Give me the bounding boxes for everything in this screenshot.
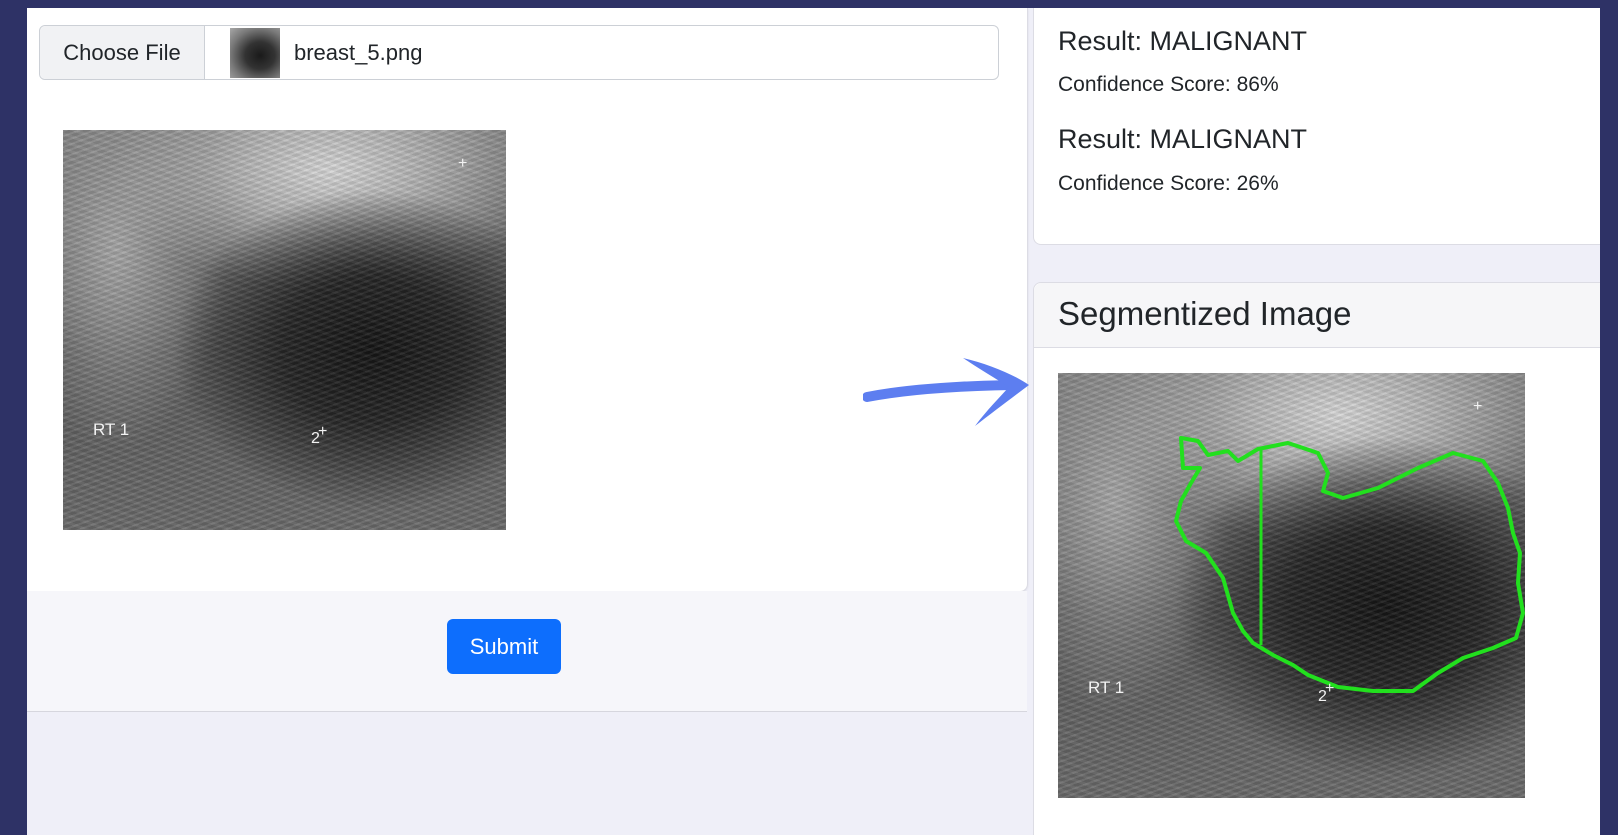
result-title: Result: MALIGNANT (1058, 26, 1308, 56)
upload-card: Choose File breast_5.png RT 1 2 + + (27, 8, 1028, 592)
file-thumbnail (230, 28, 280, 78)
choose-file-button[interactable]: Choose File (40, 26, 205, 79)
uploaded-image-preview: RT 1 2 + + (63, 130, 506, 530)
file-input[interactable]: Choose File breast_5.png (39, 25, 999, 80)
app-screen: Choose File breast_5.png RT 1 2 + + Subm… (27, 8, 1600, 835)
segmentation-card-header: Segmentized Image (1034, 283, 1600, 348)
file-name: breast_5.png (294, 39, 423, 65)
segmented-image: RT 1 2 + + (1058, 373, 1525, 798)
right-arrow-icon (863, 358, 1029, 426)
confidence-score: Confidence Score: 86% (1058, 73, 1279, 96)
segmentation-title: Segmentized Image (1058, 295, 1352, 332)
result-title: Result: MALIGNANT (1058, 124, 1308, 154)
lesion-contour (1174, 436, 1525, 693)
segmentation-card: Segmentized Image RT 1 2 + + (1033, 282, 1600, 835)
image-marker-plus-top: + (1473, 398, 1483, 415)
result-card: Result: MALIGNANT Confidence Score: 86% … (1033, 8, 1600, 245)
confidence-score: Confidence Score: 26% (1058, 172, 1279, 195)
image-label-rt: RT 1 (93, 420, 130, 439)
form-footer: Submit (27, 591, 1027, 712)
image-marker-plus-top: + (458, 155, 468, 172)
submit-button[interactable]: Submit (447, 619, 561, 674)
image-marker-plus: + (318, 423, 328, 440)
image-marker-plus: + (1325, 680, 1335, 697)
image-label-rt: RT 1 (1088, 678, 1125, 697)
